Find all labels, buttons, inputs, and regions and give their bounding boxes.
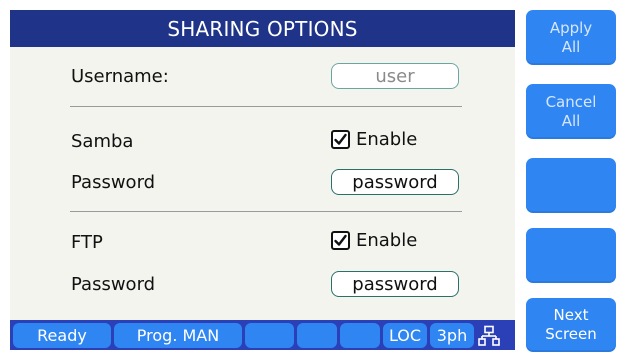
checkmark-icon <box>334 133 347 145</box>
status-ready-indicator: Ready <box>13 323 111 348</box>
ftp-enable-checkbox[interactable] <box>331 231 350 250</box>
ftp-password-field[interactable]: password <box>331 271 459 297</box>
samba-password-label: Password <box>71 172 156 193</box>
cancel-all-line1: Cancel <box>545 92 597 111</box>
apply-all-line1: Apply <box>549 18 593 37</box>
status-program-indicator: Prog. MAN <box>114 323 242 348</box>
page-title: SHARING OPTIONS <box>10 10 515 47</box>
cancel-all-button[interactable]: Cancel All <box>526 84 616 139</box>
status-phase-indicator: 3ph <box>430 323 474 348</box>
samba-enable-label: Enable <box>356 129 418 150</box>
next-screen-button[interactable]: Next Screen <box>526 298 616 352</box>
samba-label: Samba <box>71 131 134 152</box>
divider <box>70 106 462 107</box>
network-icon <box>478 325 500 346</box>
ftp-password-label: Password <box>71 274 156 295</box>
checkmark-icon <box>334 234 347 246</box>
ftp-label: FTP <box>71 232 103 253</box>
cancel-all-line2: All <box>561 111 581 130</box>
sharing-options-panel: Username: user Samba Enable Password pas… <box>10 47 515 320</box>
divider <box>70 211 462 212</box>
apply-all-button[interactable]: Apply All <box>526 10 616 65</box>
instrument-screen: SHARING OPTIONS Username: user Samba Ena… <box>0 0 623 360</box>
status-empty-slot <box>340 323 380 348</box>
next-screen-line2: Screen <box>545 325 597 343</box>
status-empty-slot <box>245 323 294 348</box>
samba-password-field[interactable]: password <box>331 169 459 195</box>
ftp-enable-label: Enable <box>356 230 418 251</box>
apply-all-line2: All <box>561 37 581 56</box>
status-bar: Ready Prog. MAN LOC 3ph <box>10 320 515 350</box>
samba-enable-checkbox[interactable] <box>331 130 350 149</box>
next-screen-line1: Next <box>553 306 589 324</box>
page-title-text: SHARING OPTIONS <box>167 16 358 41</box>
softkey-3-button[interactable] <box>526 158 616 213</box>
status-loc-indicator: LOC <box>383 323 427 348</box>
softkey-4-button[interactable] <box>526 228 616 283</box>
status-empty-slot <box>297 323 337 348</box>
username-label: Username: <box>71 66 169 87</box>
username-field[interactable]: user <box>331 63 459 89</box>
